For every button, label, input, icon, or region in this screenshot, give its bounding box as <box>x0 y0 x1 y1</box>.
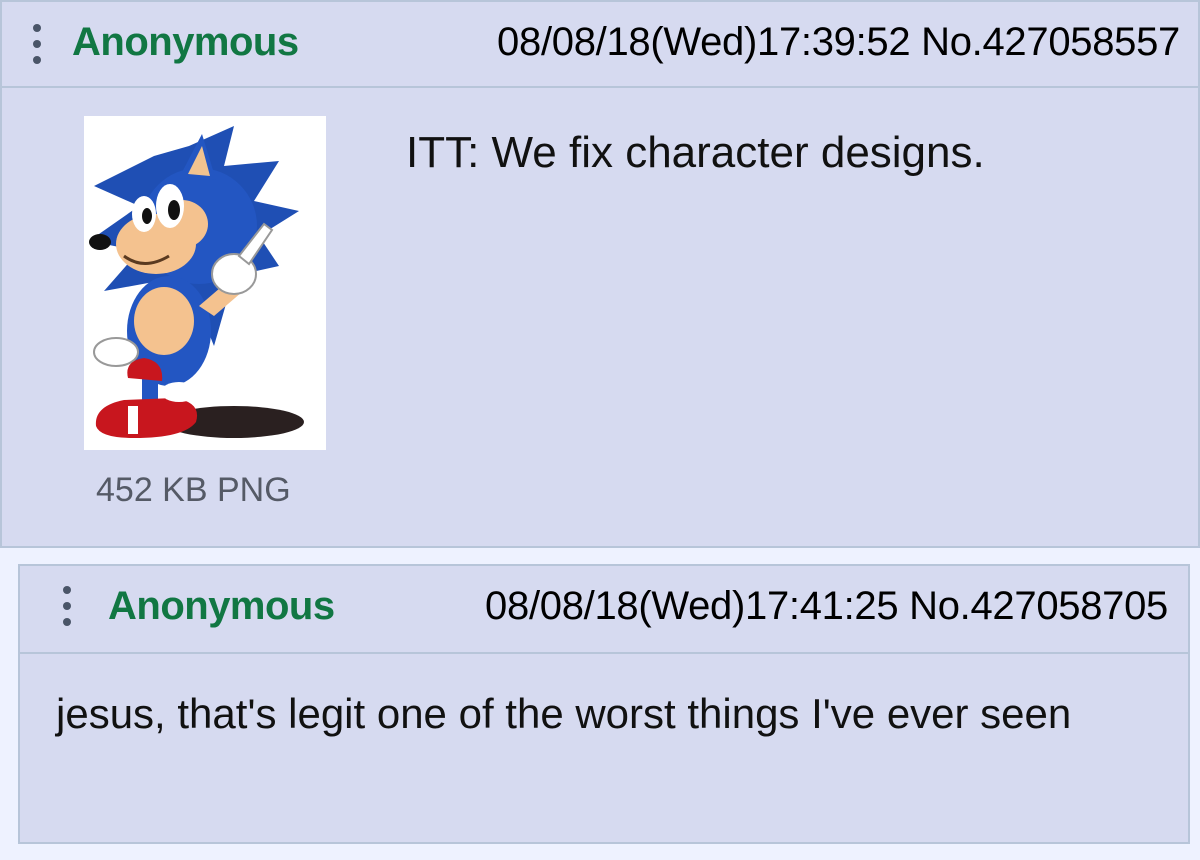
post-datetime-number[interactable]: 08/08/18(Wed)17:39:52 No.427058557 <box>497 18 1180 66</box>
post-image-thumbnail[interactable] <box>84 116 326 450</box>
poster-name: Anonymous <box>108 584 335 628</box>
file-info: 452 KB PNG <box>96 471 291 509</box>
poster-name: Anonymous <box>72 20 299 64</box>
reply-post-header: Anonymous 08/08/18(Wed)17:41:25 No.42705… <box>20 566 1188 654</box>
op-comment: ITT: We fix character designs. <box>406 128 985 177</box>
op-post-header: Anonymous 08/08/18(Wed)17:39:52 No.42705… <box>2 2 1198 88</box>
post-datetime-number[interactable]: 08/08/18(Wed)17:41:25 No.427058705 <box>485 582 1168 630</box>
more-options-icon[interactable] <box>62 586 72 626</box>
reply-post: Anonymous 08/08/18(Wed)17:41:25 No.42705… <box>18 564 1190 844</box>
more-options-icon[interactable] <box>32 24 42 64</box>
hedgehog-image-icon <box>89 126 304 438</box>
op-post: Anonymous 08/08/18(Wed)17:39:52 No.42705… <box>0 0 1200 548</box>
reply-comment: jesus, that's legit one of the worst thi… <box>56 690 1072 737</box>
